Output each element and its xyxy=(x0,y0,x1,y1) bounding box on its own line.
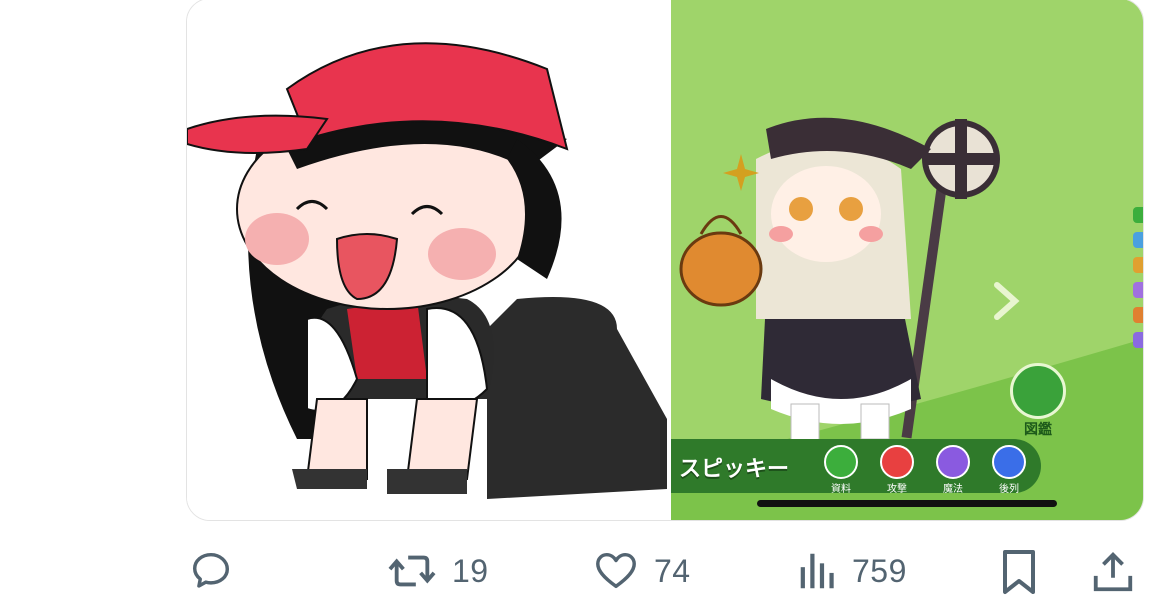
encyclopedia-button[interactable]: 図鑑 xyxy=(1007,363,1069,438)
drop-icon xyxy=(1133,232,1143,248)
reply-button[interactable] xyxy=(188,548,234,594)
home-indicator xyxy=(757,500,1057,507)
speech-bubble-icon xyxy=(188,548,234,594)
bookmark-icon xyxy=(998,548,1040,596)
tweet-actions: 19 74 759 xyxy=(0,540,1170,600)
like-button[interactable]: 74 xyxy=(592,548,691,594)
crossed-swords-icon xyxy=(880,445,914,479)
views-button[interactable]: 759 xyxy=(796,548,907,594)
chibi-illustration xyxy=(187,42,667,499)
share-upload-icon xyxy=(1090,548,1136,596)
retweet-icon xyxy=(386,548,438,594)
retweet-button[interactable]: 19 xyxy=(386,548,489,594)
side-stat-icons xyxy=(1133,207,1143,357)
like-count: 74 xyxy=(654,552,691,589)
game-button-info[interactable]: 資料 xyxy=(821,445,861,495)
wand-icon xyxy=(1133,282,1143,298)
tweet-media[interactable]: 図鑑 スピッキー 資料 攻撃 魔法 後列 xyxy=(186,0,1144,521)
magic-icon xyxy=(936,445,970,479)
double-chevron-icon xyxy=(992,445,1026,479)
retweet-count: 19 xyxy=(452,552,489,589)
game-button-magic[interactable]: 魔法 xyxy=(933,445,973,495)
game-button-backrow[interactable]: 後列 xyxy=(989,445,1029,495)
media-image-left[interactable] xyxy=(187,0,671,520)
book-icon xyxy=(1010,363,1066,419)
bookmark-button[interactable] xyxy=(998,548,1040,596)
magic-shield-icon xyxy=(1133,332,1143,348)
leaf-icon xyxy=(1133,207,1143,223)
chevron-right-icon[interactable] xyxy=(991,281,1021,326)
sword-icon xyxy=(1133,257,1143,273)
share-button[interactable] xyxy=(1090,548,1136,596)
character-name: スピッキー xyxy=(679,457,790,482)
bar-chart-icon xyxy=(796,548,838,594)
game-button-attack[interactable]: 攻撃 xyxy=(877,445,917,495)
encyclopedia-label: 図鑑 xyxy=(1024,422,1052,438)
media-image-right[interactable]: 図鑑 スピッキー 資料 攻撃 魔法 後列 xyxy=(671,0,1143,520)
heart-icon xyxy=(592,548,640,594)
clover-icon xyxy=(824,445,858,479)
shield-icon xyxy=(1133,307,1143,323)
views-count: 759 xyxy=(852,552,907,589)
character-bar: スピッキー 資料 攻撃 魔法 後列 xyxy=(671,439,1041,495)
